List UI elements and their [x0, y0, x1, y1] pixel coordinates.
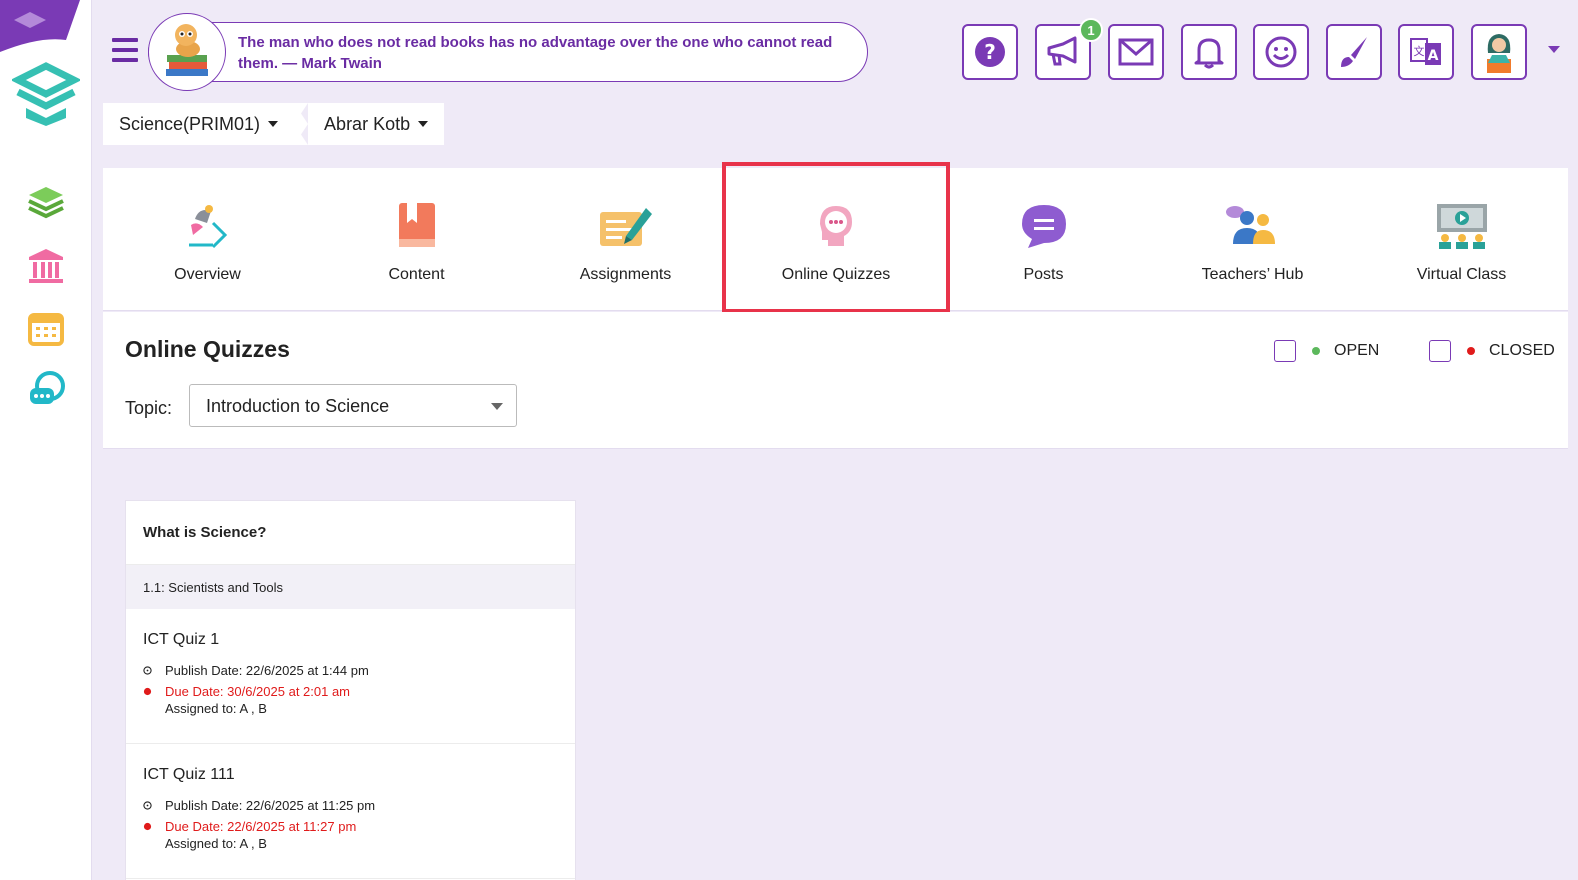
assigned-to: Assigned to: A , B — [165, 836, 267, 851]
sidebar-institution-icon[interactable] — [24, 244, 68, 288]
mail-button[interactable] — [1108, 24, 1164, 80]
closed-label: CLOSED — [1489, 342, 1555, 359]
quiz-topic-card: What is Science? 1.1: Scientists and Too… — [125, 500, 576, 880]
quizzes-panel: Online Quizzes Topic: Introduction to Sc… — [103, 312, 1568, 449]
filter-open[interactable]: OPEN — [1274, 340, 1379, 362]
filter-closed[interactable]: CLOSED — [1429, 340, 1555, 362]
app-logo-icon[interactable] — [12, 62, 80, 128]
topic-label: Topic: — [125, 398, 173, 418]
chat-bubble-icon — [1021, 205, 1066, 248]
bookworm-avatar-icon — [148, 13, 226, 91]
help-icon: ? — [975, 37, 1005, 67]
tab-posts[interactable]: Posts — [939, 168, 1148, 311]
translate-icon: A文 — [1410, 38, 1441, 65]
tab-overview[interactable]: Overview — [103, 168, 312, 311]
left-sidebar — [0, 0, 92, 880]
topic-select[interactable]: Introduction to Science — [189, 384, 517, 427]
course-selector-label: Science(PRIM01) — [119, 113, 261, 134]
publish-date-text: Publish Date: 22/6/2025 at 11:25 pm — [165, 798, 376, 813]
svg-text:?: ? — [984, 40, 996, 64]
clock-icon — [143, 801, 152, 810]
tab-label: Teachers’ Hub — [1201, 266, 1304, 283]
assignment-icon — [599, 208, 652, 246]
profile-dropdown-caret[interactable] — [1548, 46, 1560, 53]
assigned-to: Assigned to: A , B — [165, 701, 267, 716]
notifications-button[interactable] — [1181, 24, 1237, 80]
tab-label: Overview — [174, 266, 241, 283]
open-label: OPEN — [1334, 342, 1380, 359]
tab-virtual-class[interactable]: Virtual Class — [1357, 168, 1566, 311]
announcements-button[interactable]: 1 — [1035, 18, 1103, 80]
teachers-hub-icon — [1225, 206, 1275, 244]
due-date-text: Due Date: 30/6/2025 at 2:01 am — [165, 684, 351, 699]
page-title: Online Quizzes — [125, 336, 290, 362]
publish-date: Publish Date: 22/6/2025 at 1:44 pm — [143, 663, 558, 678]
due-dot-icon — [143, 822, 152, 831]
tab-label: Assignments — [579, 266, 672, 283]
chevron-down-icon — [491, 403, 503, 410]
quote-text: The man who does not read books has no a… — [238, 34, 833, 72]
feedback-button[interactable] — [1253, 24, 1309, 80]
smiley-icon — [1265, 36, 1297, 68]
topic-select-value: Introduction to Science — [206, 396, 390, 416]
tab-label: Content — [388, 266, 445, 283]
sidebar-messages-icon[interactable] — [24, 368, 68, 412]
card-subtitle: 1.1: Scientists and Tools — [126, 565, 575, 609]
virtual-class-icon — [1436, 204, 1487, 249]
publish-date: Publish Date: 22/6/2025 at 11:25 pm — [143, 798, 558, 813]
user-selector-label: Abrar Kotb — [324, 113, 411, 134]
svg-text:A: A — [1428, 48, 1439, 64]
bell-icon — [1194, 38, 1224, 69]
quiz-title[interactable]: ICT Quiz 111 — [143, 766, 558, 784]
sidebar-calendar-icon[interactable] — [24, 306, 68, 350]
card-title: What is Science? — [126, 501, 575, 565]
book-icon — [398, 203, 435, 247]
due-date-text: Due Date: 22/6/2025 at 11:27 pm — [165, 819, 357, 834]
tab-label: Posts — [1023, 266, 1064, 283]
menu-icon[interactable] — [112, 38, 138, 62]
caret-down-icon — [268, 121, 279, 127]
tab-teachers-hub[interactable]: Teachers’ Hub — [1148, 168, 1357, 311]
closed-checkbox[interactable] — [1429, 340, 1451, 362]
due-date: Due Date: 22/6/2025 at 11:27 pm — [143, 819, 558, 834]
tab-online-quizzes[interactable]: Online Quizzes — [722, 162, 950, 313]
clock-icon — [143, 666, 152, 675]
tab-label: Online Quizzes — [781, 266, 891, 283]
breadcrumb: Science(PRIM01) Abrar Kotb — [103, 103, 445, 145]
open-checkbox[interactable] — [1274, 340, 1296, 362]
megaphone-icon — [1047, 36, 1077, 66]
svg-text:文: 文 — [1414, 44, 1425, 58]
sidebar-courses-icon[interactable] — [24, 180, 68, 224]
overview-icon — [188, 205, 227, 249]
publish-date-text: Publish Date: 22/6/2025 at 1:44 pm — [165, 663, 369, 678]
notification-badge: 1 — [1079, 18, 1103, 42]
quiz-head-icon — [820, 206, 852, 246]
course-tabs: Overview Content Assignments Online Quiz… — [103, 162, 1568, 313]
language-button[interactable]: A文 — [1398, 24, 1454, 80]
closed-status-dot — [1467, 347, 1475, 355]
profile-button[interactable] — [1471, 24, 1527, 80]
help-button[interactable]: ? — [962, 24, 1018, 80]
list-item[interactable]: ICT Quiz 1 Publish Date: 22/6/2025 at 1:… — [126, 609, 575, 744]
due-dot-icon — [143, 687, 152, 696]
list-item[interactable]: ICT Quiz 111 Publish Date: 22/6/2025 at … — [126, 744, 575, 879]
tab-label: Virtual Class — [1416, 266, 1507, 283]
breadcrumb-separator — [294, 103, 309, 145]
user-selector[interactable]: Abrar Kotb — [308, 103, 445, 145]
quiz-title[interactable]: ICT Quiz 1 — [143, 631, 558, 649]
caret-down-icon — [418, 121, 429, 127]
course-selector[interactable]: Science(PRIM01) — [103, 103, 295, 145]
paintbrush-icon — [1341, 37, 1367, 67]
tab-assignments[interactable]: Assignments — [521, 168, 730, 311]
user-avatar-icon — [1487, 34, 1511, 73]
open-status-dot — [1312, 347, 1320, 355]
theme-button[interactable] — [1326, 24, 1382, 80]
graduation-cap-corner-icon — [0, 0, 80, 52]
tab-content[interactable]: Content — [312, 168, 521, 311]
mail-icon — [1118, 38, 1154, 66]
due-date: Due Date: 30/6/2025 at 2:01 am — [143, 684, 558, 699]
